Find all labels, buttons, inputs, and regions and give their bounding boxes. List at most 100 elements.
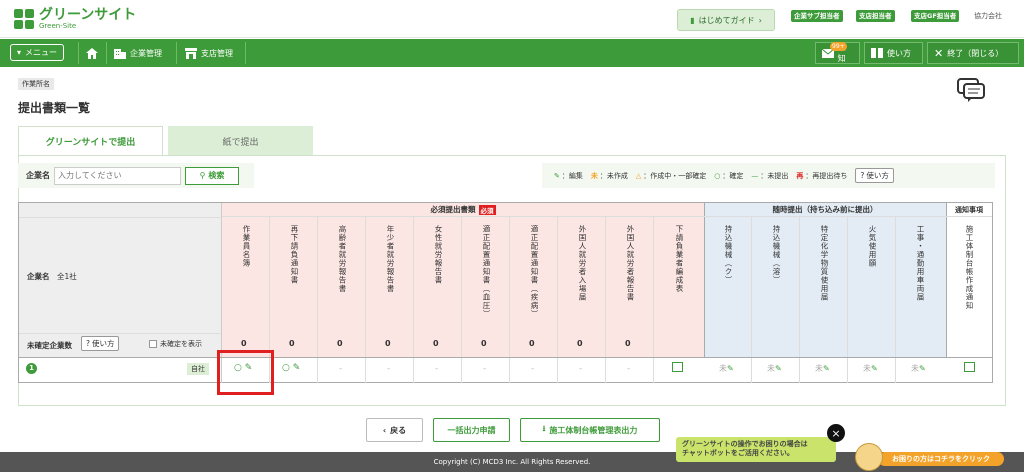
- foreign-entry-status: -: [579, 364, 583, 374]
- circle-icon: ○: [282, 363, 290, 373]
- download-icon: ⭳: [542, 424, 546, 433]
- dash-icon: —: [751, 171, 759, 180]
- machine-welder-status[interactable]: 未✎: [767, 363, 782, 374]
- question-icon: ?: [86, 339, 90, 348]
- search-area: 企業名 ⚲ 検索: [18, 163, 254, 188]
- notice-count-badge: 99+: [830, 42, 847, 51]
- col-header-worker-list: 作業員名簿: [242, 225, 251, 268]
- table-howto-button[interactable]: ? 使い方: [81, 336, 120, 351]
- store-icon: [185, 47, 197, 59]
- logo-mark-icon: [14, 9, 34, 29]
- help-banner[interactable]: お困りの方はコチラをクリック: [878, 452, 1004, 466]
- document-table: 企業名 全1社 未確定企業数 ? 使い方 未確定を表示 1 自社 必須提出書類 必須…: [18, 202, 993, 383]
- vehicle-status[interactable]: 未✎: [911, 363, 926, 374]
- foreign-report-status: -: [627, 364, 631, 374]
- table-grid-icon[interactable]: [964, 362, 975, 372]
- breadcrumb: 作業所名: [18, 78, 54, 90]
- placement-disease-status: -: [531, 364, 535, 374]
- required-group-header: 必須提出書類 必須: [222, 203, 704, 217]
- search-button[interactable]: ⚲ 検索: [185, 166, 239, 185]
- close-icon[interactable]: ×: [827, 424, 845, 442]
- optional-group-header: 随時提出（持ち込み前に提出）: [704, 203, 946, 217]
- book-icon: [871, 48, 883, 58]
- question-icon: ?: [860, 171, 865, 180]
- pencil-icon: ✎: [292, 363, 301, 373]
- home-button[interactable]: [86, 42, 98, 64]
- pencil-icon: ✎: [775, 364, 782, 373]
- company-search-input[interactable]: [54, 166, 181, 185]
- legend-howto-button[interactable]: ? 使い方: [855, 168, 894, 183]
- triangle-icon: △: [635, 171, 642, 180]
- logo-subtext: Green-Site: [39, 22, 77, 30]
- pencil-icon: ✎: [554, 171, 560, 180]
- back-button[interactable]: ‹ 戻る: [366, 418, 423, 442]
- elderly-report-status: -: [339, 364, 343, 374]
- menu-button[interactable]: ▾ メニュー: [10, 44, 65, 61]
- checkbox-icon: [149, 340, 157, 348]
- top-bar: グリーンサイト Green-Site ▮ はじめてガイド › 企業サブ担当者 支…: [0, 0, 1024, 38]
- col-header-ledger-notice: 施工体制台帳作成通知: [965, 225, 974, 310]
- tab-greensite-submit[interactable]: グリーンサイトで提出: [18, 126, 163, 156]
- search-icon: ⚲: [199, 171, 206, 180]
- highlight-box: [217, 350, 274, 395]
- logo-text: グリーンサイト: [39, 7, 137, 23]
- status-legend: ✎ ：編集 未：未作成 △ ：作成中・一部確定 ○ ：確定 — ：未提出 再：再提出待ち…: [542, 163, 995, 188]
- col-header-foreign-entry: 外国人就労者入場届: [578, 225, 587, 302]
- mascot-icon[interactable]: [855, 443, 883, 471]
- row-number-badge: 1: [26, 363, 37, 374]
- guide-button[interactable]: ▮ はじめてガイド ›: [677, 9, 775, 31]
- women-report-status: -: [435, 364, 439, 374]
- howto-nav-button[interactable]: 使い方: [864, 42, 923, 64]
- ledger-output-button[interactable]: ⭳ 施工体制台帳管理表出力: [520, 418, 660, 442]
- branch-manage-nav[interactable]: 支店管理: [185, 42, 233, 64]
- company-manage-nav[interactable]: 企業管理: [114, 42, 162, 64]
- pencil-icon: ✎: [727, 364, 734, 373]
- logo[interactable]: グリーンサイト Green-Site: [14, 8, 136, 30]
- subcontract-notice-status[interactable]: ○ ✎: [282, 363, 300, 373]
- chevron-right-icon: ›: [758, 15, 762, 25]
- guide-icon: ▮: [690, 15, 695, 25]
- col-header-subcontractor-org: 下請負業者編成表: [675, 225, 684, 293]
- col-header-minor-report: 年少者就労報告書: [386, 225, 395, 293]
- building-icon: [114, 48, 126, 59]
- col-header-vehicle: 工事・通勤用車両届: [916, 225, 925, 302]
- col-header-elderly-report: 高齢者就労報告書: [338, 225, 347, 293]
- col-header-machine-crane: 持込機械（ク）: [724, 225, 733, 285]
- minor-report-status: -: [387, 364, 391, 374]
- pencil-icon: ✎: [919, 364, 926, 373]
- self-company-label: 自社: [187, 363, 209, 375]
- bulk-output-button[interactable]: 一括出力申請: [433, 418, 510, 442]
- page-title: 提出書類一覧: [18, 101, 91, 115]
- main-nav: ▾ メニュー 企業管理 支店管理 通知 使い方 ✕ 終了（閉じる）: [0, 39, 1024, 67]
- tab-paper-submit[interactable]: 紙で提出: [168, 126, 313, 156]
- chemical-status[interactable]: 未✎: [815, 363, 830, 374]
- col-header-foreign-report: 外国人就労者報告書: [626, 225, 635, 302]
- show-unconfirmed-checkbox[interactable]: 未確定を表示: [149, 339, 202, 349]
- exit-button[interactable]: ✕ 終了（閉じる）: [927, 42, 1019, 64]
- role-badge-gf: 支店GF担当者: [911, 10, 960, 22]
- col-header-women-report: 女性就労報告書: [434, 225, 443, 285]
- col-header-placement-bp: 適正配置通知書（血圧）: [482, 225, 491, 319]
- chat-icon[interactable]: [956, 77, 986, 103]
- col-header-chemical: 特定化学物質使用届: [820, 225, 829, 302]
- role-badge-sub: 企業サブ担当者: [791, 10, 843, 22]
- pencil-icon: ✎: [871, 364, 878, 373]
- placement-bp-status: -: [483, 364, 487, 374]
- pencil-icon: ✎: [823, 364, 830, 373]
- col-header-machine-welder: 持込機械（溶）: [772, 225, 781, 285]
- table-grid-icon[interactable]: [672, 362, 683, 372]
- notice-group-header: 通知事項: [946, 203, 992, 217]
- partner-label: 協力会社: [974, 12, 1002, 20]
- machine-crane-status[interactable]: 未✎: [719, 363, 734, 374]
- chevron-down-icon: ▾: [17, 48, 22, 57]
- role-badge-branch: 支店担当者: [856, 10, 895, 22]
- fire-use-status[interactable]: 未✎: [863, 363, 878, 374]
- col-header-placement-disease: 適正配置通知書（疾病）: [530, 225, 539, 319]
- close-icon: ✕: [934, 46, 944, 60]
- chatbot-banner[interactable]: グリーンサイトの操作でお困りの場合は チャットボットをご活用ください。: [676, 437, 836, 462]
- company-name-header: 企業名 全1社: [27, 272, 77, 281]
- col-header-fire-use: 火気使用願: [868, 225, 877, 268]
- chevron-left-icon: ‹: [382, 425, 387, 435]
- unconfirmed-label: 未確定企業数: [27, 341, 72, 350]
- home-icon: [86, 47, 98, 59]
